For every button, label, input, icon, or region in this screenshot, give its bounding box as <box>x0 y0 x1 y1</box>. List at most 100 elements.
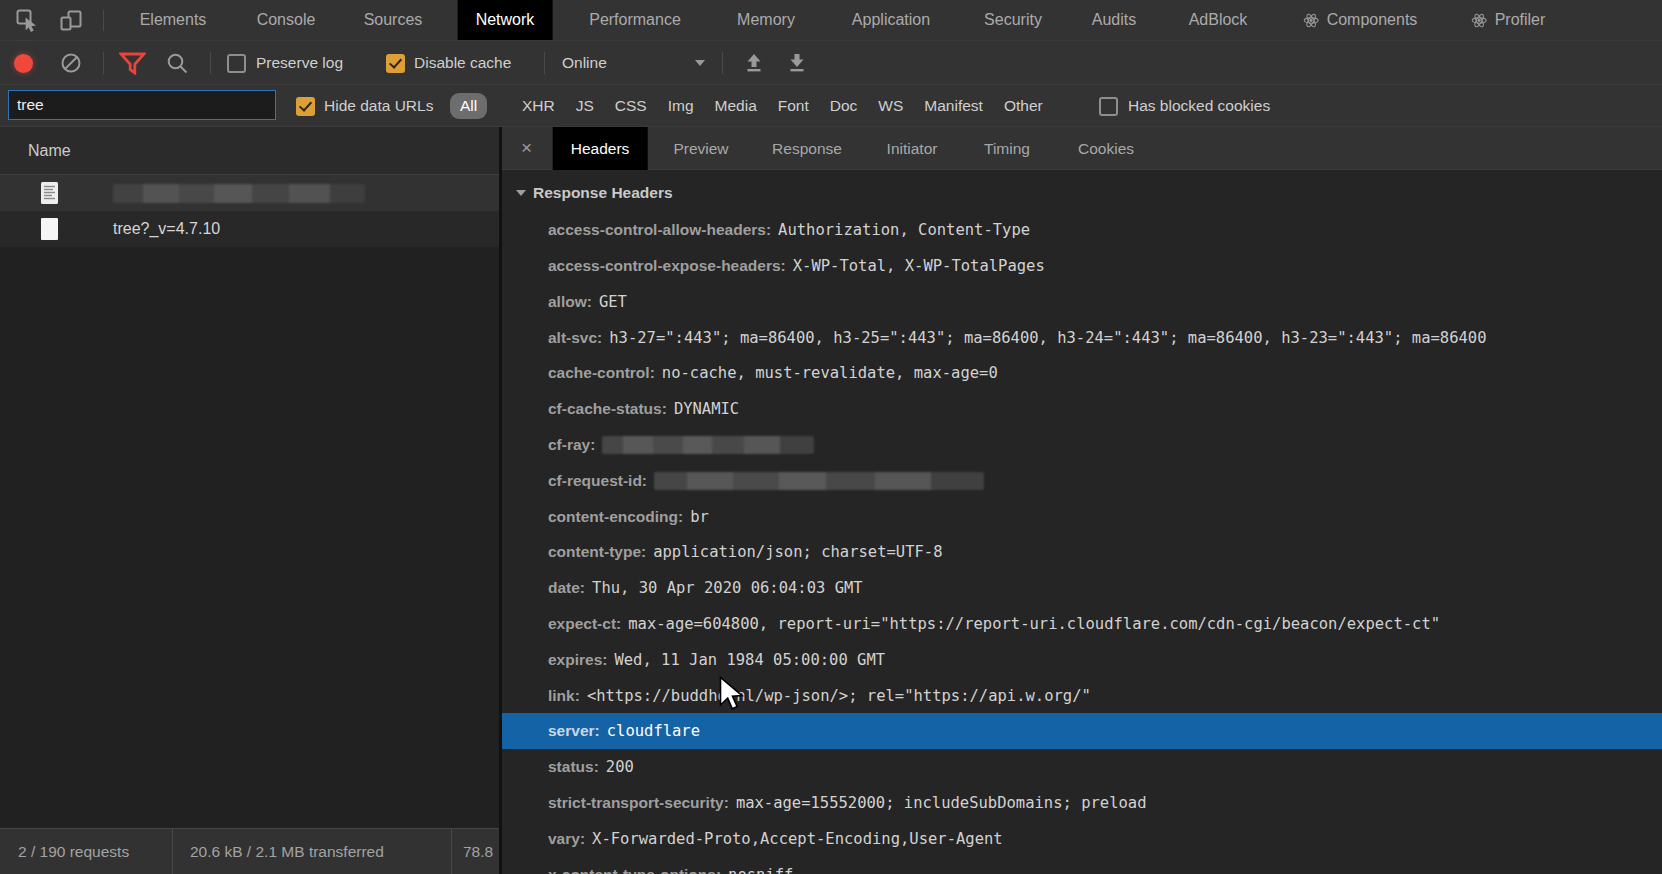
close-details-icon[interactable]: × <box>515 127 538 170</box>
header-value: <https://buddho.nl/wp-json/>; rel="https… <box>587 687 1091 705</box>
type-filter-manifest[interactable]: Manifest <box>924 97 983 115</box>
transferred-size: 20.6 kB / 2.1 MB transferred <box>173 829 452 874</box>
details-tab-initiator[interactable]: Initiator <box>869 127 956 170</box>
header-value: nosniff <box>728 866 793 874</box>
has-blocked-cookies-checkbox[interactable] <box>1099 97 1118 116</box>
devtools-tab-bar: Elements Console Sources Network Performance… <box>0 0 1662 41</box>
header-value: Thu, 30 Apr 2020 06:04:03 GMT <box>592 579 863 597</box>
record-network-log-button[interactable] <box>14 54 33 73</box>
tab-profiler[interactable]: Profiler <box>1453 0 1564 40</box>
type-filter-all[interactable]: All <box>450 93 487 119</box>
type-filter-font[interactable]: Font <box>778 97 809 115</box>
type-filter-media[interactable]: Media <box>715 97 757 115</box>
header-value: max-age=15552000; includeSubDomains; pre… <box>736 794 1147 812</box>
header-value: application/json; charset=UTF-8 <box>653 543 942 561</box>
response-header-content-encoding[interactable]: content-encoding:br <box>502 499 1662 535</box>
details-tab-response[interactable]: Response <box>754 127 860 170</box>
tab-performance[interactable]: Performance <box>571 0 699 40</box>
response-header-vary[interactable]: vary:X-Forwarded-Proto,Accept-Encoding,U… <box>502 821 1662 857</box>
tab-components[interactable]: Components <box>1285 0 1436 40</box>
tab-adblock[interactable]: AdBlock <box>1171 0 1266 40</box>
tab-memory[interactable]: Memory <box>719 0 813 40</box>
request-row-tree[interactable]: tree?_v=4.7.10 <box>0 211 499 247</box>
name-column-header[interactable]: Name <box>0 127 499 175</box>
import-har-icon[interactable] <box>744 53 764 73</box>
filter-icon[interactable] <box>119 52 146 75</box>
document-icon <box>40 181 58 205</box>
response-header-access-control-allow-headers[interactable]: access-control-allow-headers:Authorizati… <box>502 212 1662 248</box>
search-icon[interactable] <box>166 52 189 75</box>
tab-security[interactable]: Security <box>966 0 1060 40</box>
header-name: vary: <box>548 830 585 847</box>
preserve-log-label[interactable]: Preserve log <box>256 41 343 85</box>
inspect-element-icon[interactable] <box>16 9 39 32</box>
response-header-cache-control[interactable]: cache-control:no-cache, must-revalidate,… <box>502 355 1662 391</box>
request-row[interactable] <box>0 175 499 211</box>
toggle-device-toolbar-icon[interactable] <box>59 9 83 32</box>
header-value: h3-27=":443"; ma=86400, h3-25=":443"; ma… <box>609 329 1486 347</box>
type-filter-js[interactable]: JS <box>576 97 594 115</box>
tab-audits[interactable]: Audits <box>1074 0 1154 40</box>
type-filter-css[interactable]: CSS <box>615 97 647 115</box>
requests-count: 2 / 190 requests <box>0 829 173 874</box>
redacted-request-name <box>113 184 365 203</box>
finish-time: 78.8 <box>452 829 493 874</box>
has-blocked-cookies-label[interactable]: Has blocked cookies <box>1128 85 1270 127</box>
tab-application[interactable]: Application <box>834 0 948 40</box>
details-tab-headers[interactable]: Headers <box>553 127 648 170</box>
hide-data-urls-label[interactable]: Hide data URLs <box>324 85 433 127</box>
disable-cache-label[interactable]: Disable cache <box>414 41 511 85</box>
header-name: content-encoding: <box>548 508 683 525</box>
header-value: no-cache, must-revalidate, max-age=0 <box>662 364 998 382</box>
preserve-log-checkbox[interactable] <box>227 54 246 73</box>
throttling-dropdown-arrow-icon[interactable] <box>695 60 705 66</box>
hide-data-urls-checkbox[interactable] <box>296 97 315 116</box>
details-tab-cookies[interactable]: Cookies <box>1060 127 1152 170</box>
response-headers-section[interactable]: Response Headers <box>516 178 1662 208</box>
response-header-cf-ray[interactable]: cf-ray: <box>502 427 1662 463</box>
filter-input[interactable] <box>8 90 276 120</box>
type-filter-doc[interactable]: Doc <box>830 97 858 115</box>
tab-network[interactable]: Network <box>458 0 553 40</box>
type-filter-xhr[interactable]: XHR <box>522 97 555 115</box>
header-name: expires: <box>548 651 607 668</box>
header-name: expect-ct: <box>548 615 621 632</box>
response-header-expires[interactable]: expires:Wed, 11 Jan 1984 05:00:00 GMT <box>502 642 1662 678</box>
throttling-select[interactable]: Online <box>562 41 607 85</box>
response-header-server[interactable]: server:cloudflare <box>502 713 1662 749</box>
response-header-cf-cache-status[interactable]: cf-cache-status:DYNAMIC <box>502 391 1662 427</box>
response-header-strict-transport-security[interactable]: strict-transport-security:max-age=155520… <box>502 785 1662 821</box>
type-filter-other[interactable]: Other <box>1004 97 1043 115</box>
response-header-access-control-expose-headers[interactable]: access-control-expose-headers:X-WP-Total… <box>502 248 1662 284</box>
response-header-content-type[interactable]: content-type:application/json; charset=U… <box>502 534 1662 570</box>
tab-elements[interactable]: Elements <box>122 0 225 40</box>
tab-sources[interactable]: Sources <box>346 0 441 40</box>
disable-cache-checkbox[interactable] <box>386 54 405 73</box>
response-header-status[interactable]: status:200 <box>502 749 1662 785</box>
file-icon <box>40 217 58 241</box>
header-name: allow: <box>548 293 592 310</box>
tab-console[interactable]: Console <box>239 0 334 40</box>
type-filter-ws[interactable]: WS <box>878 97 903 115</box>
react-atom-icon <box>1303 12 1320 29</box>
response-header-date[interactable]: date: Thu, 30 Apr 2020 06:04:03 GMT <box>502 570 1662 606</box>
response-header-link[interactable]: link: <https://buddho.nl/wp-json/>; rel="… <box>502 678 1662 714</box>
request-list-panel: Name tree?_v=4.7.10 2 / 190 requests 20.… <box>0 127 499 874</box>
header-name: link: <box>548 687 580 704</box>
export-har-icon[interactable] <box>787 53 807 73</box>
redacted-header-value <box>602 436 814 454</box>
response-header-cf-request-id[interactable]: cf-request-id: <box>502 463 1662 499</box>
details-tab-preview[interactable]: Preview <box>655 127 746 170</box>
response-header-alt-svc[interactable]: alt-svc:h3-27=":443"; ma=86400, h3-25=":… <box>502 320 1662 356</box>
clear-network-log-icon[interactable] <box>60 52 82 74</box>
header-value: 200 <box>606 758 634 776</box>
response-header-expect-ct[interactable]: expect-ct:max-age=604800, report-uri="ht… <box>502 606 1662 642</box>
mouse-cursor <box>719 676 747 716</box>
request-name: tree?_v=4.7.10 <box>113 220 220 238</box>
details-tab-timing[interactable]: Timing <box>966 127 1048 170</box>
response-header-x-content-type-options[interactable]: x-content-type-options:nosniff <box>502 857 1662 874</box>
type-filter-img[interactable]: Img <box>668 97 694 115</box>
response-header-allow[interactable]: allow:GET <box>502 284 1662 320</box>
network-toolbar: Preserve log Disable cache Online <box>0 41 1662 85</box>
header-name: date: <box>548 579 585 596</box>
